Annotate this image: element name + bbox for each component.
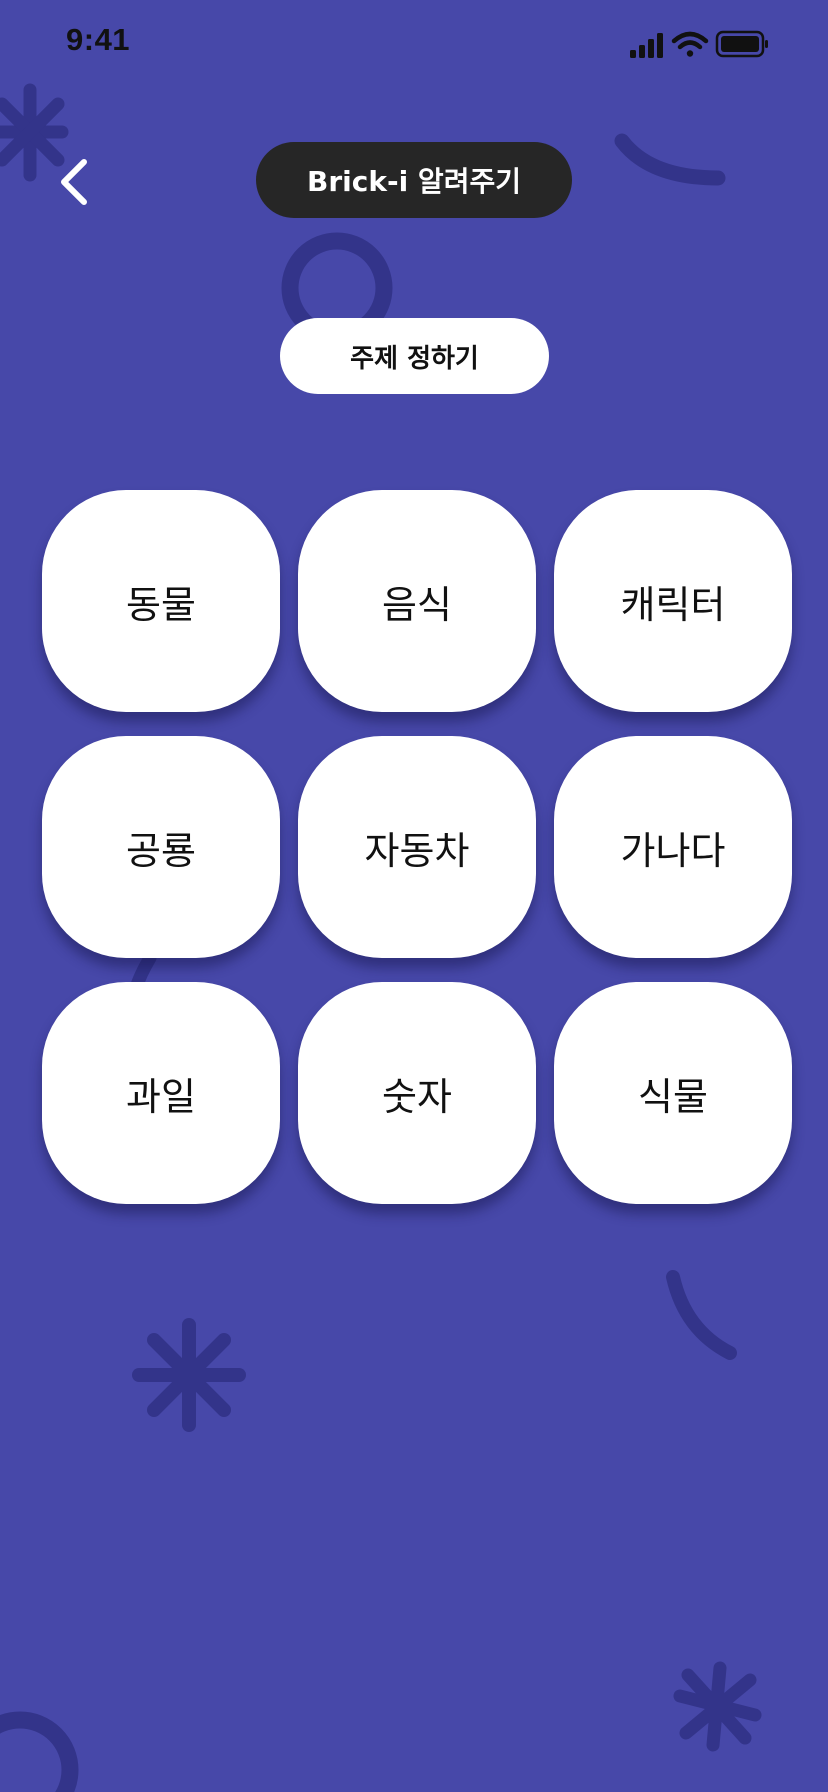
topic-grid: 동물 음식 캐릭터 공룡 자동차 가나다 과일 숫자 식물	[42, 490, 792, 1204]
arc-decoration-lower-right	[666, 1270, 737, 1360]
asterisk-decoration-bottom-right	[673, 1661, 762, 1752]
arc-decoration-top-right	[614, 133, 726, 186]
status-bar-time: 9:41	[66, 22, 131, 57]
topic-card-numbers[interactable]: 숫자	[298, 982, 536, 1204]
page-title: Brick-i 알려주기	[256, 142, 572, 218]
wifi-icon	[671, 31, 709, 57]
ring-decoration-bottom-left	[0, 1711, 79, 1792]
topic-card-cars[interactable]: 자동차	[298, 736, 536, 958]
topic-card-hangul[interactable]: 가나다	[554, 736, 792, 958]
topic-selection-screen: 9:41 Brick-i 알려주기 주제 정하기 동물 음식 캐릭터 공룡 자동…	[0, 0, 828, 1792]
section-heading: 주제 정하기	[280, 318, 549, 394]
topic-card-dinosaurs[interactable]: 공룡	[42, 736, 280, 958]
topic-card-animals[interactable]: 동물	[42, 490, 280, 712]
chevron-left-icon	[61, 159, 87, 205]
back-button[interactable]	[52, 152, 104, 212]
topic-card-food[interactable]: 음식	[298, 490, 536, 712]
asterisk-decoration-lower-left	[132, 1318, 246, 1432]
cellular-signal-icon	[630, 33, 663, 58]
status-bar-icons	[630, 30, 768, 58]
topic-card-characters[interactable]: 캐릭터	[554, 490, 792, 712]
topic-card-plants[interactable]: 식물	[554, 982, 792, 1204]
battery-icon	[715, 30, 768, 58]
topic-card-fruits[interactable]: 과일	[42, 982, 280, 1204]
